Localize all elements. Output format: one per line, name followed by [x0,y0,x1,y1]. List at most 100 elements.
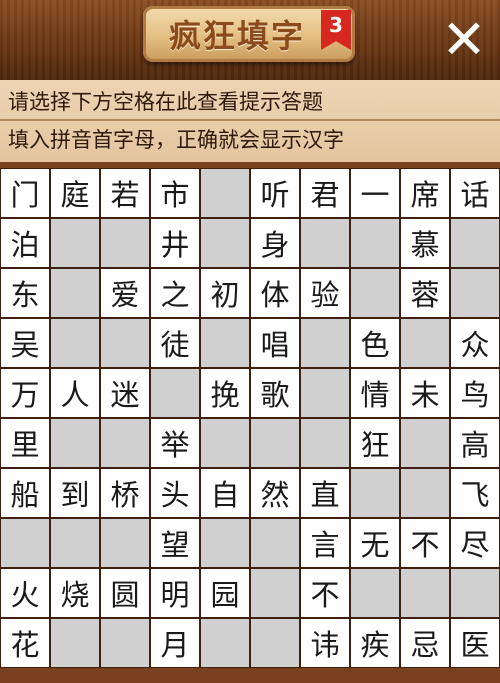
grid-cell-filled[interactable]: 吴 [1,319,49,367]
grid-cell-filled[interactable]: 门 [1,169,49,217]
grid-cell-empty[interactable] [151,369,199,417]
grid-cell-empty[interactable] [101,619,149,667]
grid-cell-filled[interactable]: 挽 [201,369,249,417]
close-button[interactable]: ✕ [436,13,492,67]
grid-cell-filled[interactable]: 疾 [351,619,399,667]
grid-cell-filled[interactable]: 明 [151,569,199,617]
grid-cell-empty[interactable] [101,219,149,267]
grid-cell-empty[interactable] [51,419,99,467]
grid-cell-empty[interactable] [251,419,299,467]
grid-cell-empty[interactable] [251,619,299,667]
grid-cell-empty[interactable] [1,519,49,567]
grid-cell-filled[interactable]: 高 [451,419,499,467]
grid-cell-filled[interactable]: 迷 [101,369,149,417]
grid-cell-filled[interactable]: 之 [151,269,199,317]
grid-cell-filled[interactable]: 船 [1,469,49,517]
grid-cell-filled[interactable]: 初 [201,269,249,317]
grid-cell-filled[interactable]: 望 [151,519,199,567]
grid-cell-filled[interactable]: 君 [301,169,349,217]
grid-cell-empty[interactable] [351,269,399,317]
grid-cell-filled[interactable]: 慕 [401,219,449,267]
grid-cell-empty[interactable] [451,219,499,267]
grid-cell-filled[interactable]: 情 [351,369,399,417]
grid-cell-filled[interactable]: 鸟 [451,369,499,417]
grid-cell-filled[interactable]: 直 [301,469,349,517]
grid-cell-filled[interactable]: 自 [201,469,249,517]
grid-cell-empty[interactable] [401,469,449,517]
grid-cell-empty[interactable] [201,219,249,267]
grid-cell-empty[interactable] [351,569,399,617]
grid-cell-filled[interactable]: 验 [301,269,349,317]
grid-cell-filled[interactable]: 席 [401,169,449,217]
grid-cell-filled[interactable]: 未 [401,369,449,417]
grid-cell-empty[interactable] [251,569,299,617]
grid-cell-empty[interactable] [201,619,249,667]
grid-cell-filled[interactable]: 身 [251,219,299,267]
grid-cell-filled[interactable]: 人 [51,369,99,417]
grid-cell-empty[interactable] [451,569,499,617]
grid-cell-empty[interactable] [51,319,99,367]
grid-cell-filled[interactable]: 徒 [151,319,199,367]
grid-cell-empty[interactable] [51,219,99,267]
grid-cell-filled[interactable]: 狂 [351,419,399,467]
grid-cell-filled[interactable]: 若 [101,169,149,217]
grid-cell-filled[interactable]: 花 [1,619,49,667]
grid-cell-filled[interactable]: 举 [151,419,199,467]
grid-cell-empty[interactable] [201,319,249,367]
grid-cell-empty[interactable] [201,419,249,467]
grid-cell-empty[interactable] [51,269,99,317]
grid-cell-filled[interactable]: 医 [451,619,499,667]
grid-cell-filled[interactable]: 月 [151,619,199,667]
grid-cell-empty[interactable] [101,519,149,567]
grid-cell-filled[interactable]: 桥 [101,469,149,517]
grid-cell-empty[interactable] [401,569,449,617]
grid-cell-empty[interactable] [401,319,449,367]
grid-cell-filled[interactable]: 蓉 [401,269,449,317]
grid-cell-empty[interactable] [451,269,499,317]
grid-cell-filled[interactable]: 到 [51,469,99,517]
grid-cell-filled[interactable]: 色 [351,319,399,367]
grid-cell-empty[interactable] [301,369,349,417]
grid-cell-filled[interactable]: 无 [351,519,399,567]
grid-cell-filled[interactable]: 市 [151,169,199,217]
grid-cell-filled[interactable]: 爱 [101,269,149,317]
grid-cell-filled[interactable]: 万 [1,369,49,417]
grid-cell-filled[interactable]: 忌 [401,619,449,667]
grid-cell-empty[interactable] [351,469,399,517]
grid-cell-filled[interactable]: 园 [201,569,249,617]
grid-cell-filled[interactable]: 话 [451,169,499,217]
grid-cell-filled[interactable]: 圆 [101,569,149,617]
grid-cell-filled[interactable]: 唱 [251,319,299,367]
grid-cell-filled[interactable]: 一 [351,169,399,217]
grid-cell-empty[interactable] [251,519,299,567]
grid-cell-filled[interactable]: 烧 [51,569,99,617]
grid-cell-filled[interactable]: 讳 [301,619,349,667]
grid-cell-empty[interactable] [351,219,399,267]
grid-cell-filled[interactable]: 庭 [51,169,99,217]
grid-cell-filled[interactable]: 井 [151,219,199,267]
grid-cell-empty[interactable] [51,619,99,667]
grid-cell-empty[interactable] [201,169,249,217]
grid-cell-filled[interactable]: 听 [251,169,299,217]
grid-cell-filled[interactable]: 不 [301,569,349,617]
grid-cell-empty[interactable] [51,519,99,567]
grid-cell-empty[interactable] [401,419,449,467]
grid-cell-filled[interactable]: 里 [1,419,49,467]
grid-cell-empty[interactable] [101,319,149,367]
grid-cell-filled[interactable]: 众 [451,319,499,367]
grid-cell-empty[interactable] [301,319,349,367]
grid-cell-empty[interactable] [301,419,349,467]
grid-cell-filled[interactable]: 头 [151,469,199,517]
grid-cell-filled[interactable]: 尽 [451,519,499,567]
grid-cell-filled[interactable]: 言 [301,519,349,567]
grid-cell-empty[interactable] [201,519,249,567]
grid-cell-filled[interactable]: 飞 [451,469,499,517]
grid-cell-filled[interactable]: 东 [1,269,49,317]
grid-cell-filled[interactable]: 不 [401,519,449,567]
grid-cell-empty[interactable] [301,219,349,267]
grid-cell-filled[interactable]: 火 [1,569,49,617]
grid-cell-filled[interactable]: 然 [251,469,299,517]
grid-cell-filled[interactable]: 泊 [1,219,49,267]
grid-cell-filled[interactable]: 歌 [251,369,299,417]
grid-cell-filled[interactable]: 体 [251,269,299,317]
